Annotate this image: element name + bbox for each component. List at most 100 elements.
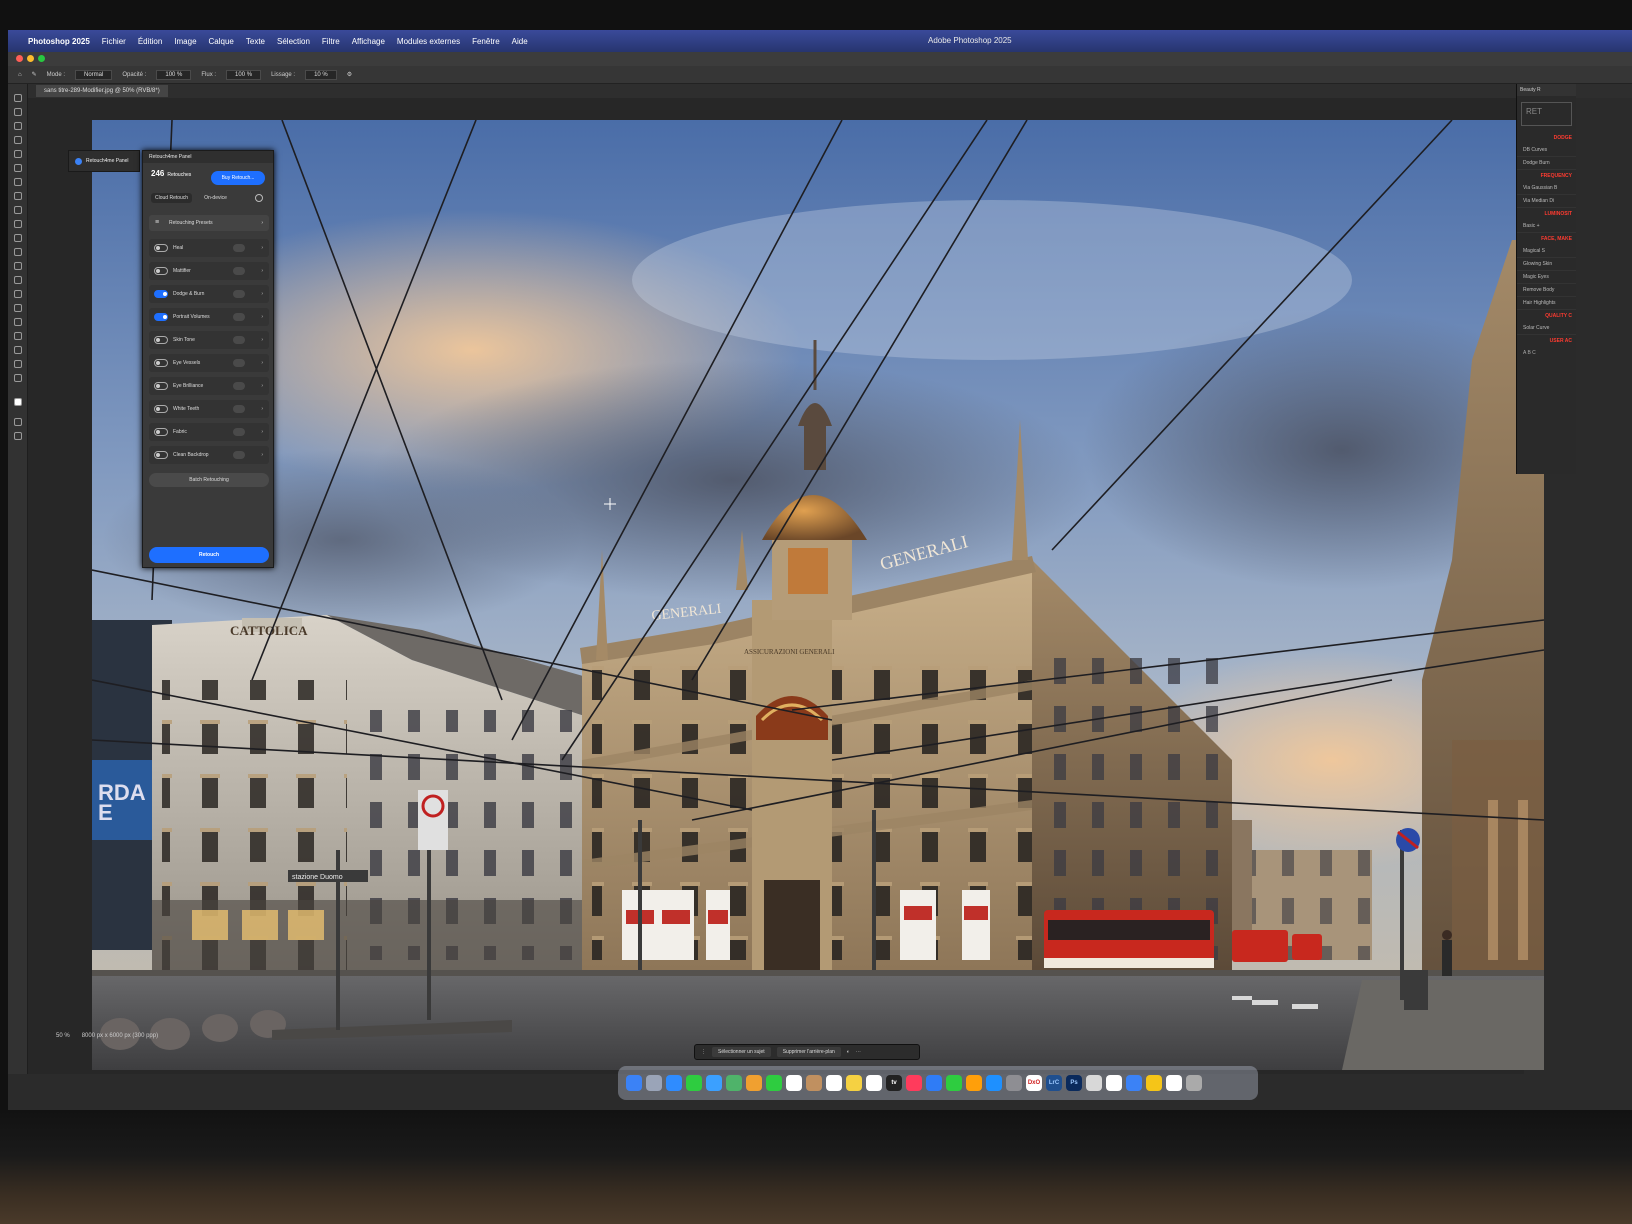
remove-background-button[interactable]: Supprimer l'arrière-plan — [776, 1047, 841, 1057]
retouch-item-portrait-volumes[interactable]: Portrait Volumes › — [149, 308, 269, 326]
keynote-icon[interactable] — [926, 1075, 942, 1091]
pen-tool-icon[interactable] — [14, 304, 22, 312]
chevron-right-icon[interactable]: › — [261, 331, 263, 349]
toggle-switch[interactable] — [154, 290, 168, 298]
retouch-item-skin-tone[interactable]: Skin Tone › — [149, 331, 269, 349]
retouch-item-eye-vessels[interactable]: Eye Vessels › — [149, 354, 269, 372]
toggle-switch[interactable] — [154, 359, 168, 367]
toggle-switch[interactable] — [154, 244, 168, 252]
retouch-item-white-teeth[interactable]: White Teeth › — [149, 400, 269, 418]
launchpad-icon[interactable] — [646, 1075, 662, 1091]
trash-icon[interactable] — [1186, 1075, 1202, 1091]
retouch-button[interactable]: Retouch — [149, 547, 269, 563]
item-gaussian[interactable]: Via Gaussian B — [1517, 182, 1576, 195]
opacity-field[interactable]: 100 % — [156, 69, 192, 80]
menu-modules[interactable]: Modules externes — [397, 37, 460, 46]
dodge-tool-icon[interactable] — [14, 290, 22, 298]
facetime-icon[interactable] — [766, 1075, 782, 1091]
menu-edition[interactable]: Édition — [138, 37, 162, 46]
settings-icon[interactable] — [233, 267, 245, 275]
select-tool-icon[interactable] — [14, 136, 22, 144]
settings-icon[interactable] — [233, 405, 245, 413]
close-window-icon[interactable] — [16, 55, 23, 62]
shape-tool-icon[interactable] — [14, 346, 22, 354]
chevron-right-icon[interactable]: › — [261, 308, 263, 326]
chevron-right-icon[interactable]: › — [261, 423, 263, 441]
pages-icon[interactable] — [966, 1075, 982, 1091]
toggle-switch[interactable] — [154, 451, 168, 459]
retouch-floatbar[interactable]: Retouch4me Panel — [68, 150, 140, 172]
tv-icon[interactable]: tv — [886, 1075, 902, 1091]
music-icon[interactable] — [906, 1075, 922, 1091]
toggle-switch[interactable] — [154, 405, 168, 413]
item-dodge-burn[interactable]: Dodge Burn — [1517, 157, 1576, 170]
item-remove-body[interactable]: Remove Body — [1517, 284, 1576, 297]
toggle-switch[interactable] — [154, 267, 168, 275]
menu-app-name[interactable]: Photoshop 2025 — [28, 37, 90, 46]
zoom-level[interactable]: 50 % — [56, 1033, 70, 1039]
foreground-color-icon[interactable] — [14, 398, 22, 406]
chevron-right-icon[interactable]: › — [261, 400, 263, 418]
mode-select[interactable]: Normal — [75, 69, 113, 80]
retouch-item-clean-backdrop[interactable]: Clean Backdrop › — [149, 446, 269, 464]
beauty-panel-header[interactable]: Beauty R — [1517, 84, 1576, 96]
finder2-icon[interactable] — [1126, 1075, 1142, 1091]
retouch-item-heal[interactable]: Heal › — [149, 239, 269, 257]
item-solar-curve[interactable]: Solar Curve — [1517, 322, 1576, 335]
buy-retouch-button[interactable]: Buy Retouch... — [211, 171, 265, 185]
mask-icon[interactable]: ◐ — [847, 1049, 850, 1055]
gradient-tool-icon[interactable] — [14, 262, 22, 270]
appstore-icon[interactable] — [986, 1075, 1002, 1091]
script-icon[interactable] — [1146, 1075, 1162, 1091]
photos-icon[interactable] — [746, 1075, 762, 1091]
minimize-window-icon[interactable] — [27, 55, 34, 62]
settings-icon[interactable] — [233, 244, 245, 252]
retouch-item-mattifier[interactable]: Mattifier › — [149, 262, 269, 280]
info-icon[interactable] — [255, 194, 263, 202]
menu-aide[interactable]: Aide — [512, 37, 528, 46]
chevron-right-icon[interactable]: › — [261, 377, 263, 395]
move-tool-icon[interactable] — [14, 94, 22, 102]
gear-icon[interactable]: ⚙ — [347, 71, 352, 78]
mode-device-tab[interactable]: On-device — [200, 193, 231, 203]
reminders-icon[interactable] — [826, 1075, 842, 1091]
settings-icon[interactable] — [233, 451, 245, 459]
toggle-switch[interactable] — [154, 313, 168, 321]
more-icon[interactable]: ⋯ — [856, 1049, 861, 1055]
flow-field[interactable]: 100 % — [226, 69, 262, 80]
path-select-icon[interactable] — [14, 332, 22, 340]
menu-selection[interactable]: Sélection — [277, 37, 310, 46]
brush-tool-icon[interactable]: ✎ — [32, 71, 37, 78]
screen-mode-icon[interactable] — [14, 432, 22, 440]
vpn-icon[interactable] — [1086, 1075, 1102, 1091]
notes-icon[interactable] — [846, 1075, 862, 1091]
type-tool-icon[interactable] — [14, 318, 22, 326]
document-tab[interactable]: sans titre-289-Modifier.jpg @ 50% (RVB/8… — [36, 85, 168, 97]
menu-affichage[interactable]: Affichage — [352, 37, 385, 46]
crop-tool-icon[interactable] — [14, 150, 22, 158]
retouch-panel-title[interactable]: Retouch4me Panel — [143, 151, 273, 163]
messages-icon[interactable] — [686, 1075, 702, 1091]
chrome-icon[interactable] — [1106, 1075, 1122, 1091]
blur-tool-icon[interactable] — [14, 276, 22, 284]
lrc-icon[interactable]: LrC — [1046, 1075, 1062, 1091]
marquee-tool-icon[interactable] — [14, 108, 22, 116]
toggle-switch[interactable] — [154, 428, 168, 436]
home-icon[interactable]: ⌂ — [18, 72, 22, 78]
settings-icon[interactable] — [233, 359, 245, 367]
menu-texte[interactable]: Texte — [246, 37, 265, 46]
quick-mask-icon[interactable] — [14, 418, 22, 426]
batch-retouching-button[interactable]: Batch Retouching — [149, 473, 269, 487]
chevron-right-icon[interactable]: › — [261, 239, 263, 257]
select-subject-button[interactable]: Sélectionner un sujet — [712, 1047, 771, 1057]
safari-icon[interactable] — [666, 1075, 682, 1091]
drag-handle-icon[interactable]: ⋮ — [701, 1049, 706, 1055]
menu-fenetre[interactable]: Fenêtre — [472, 37, 500, 46]
mode-cloud-tab[interactable]: Cloud Retouch — [151, 193, 193, 203]
menu-image[interactable]: Image — [174, 37, 196, 46]
settings-icon[interactable] — [233, 428, 245, 436]
toggle-switch[interactable] — [154, 382, 168, 390]
frame-tool-icon[interactable] — [14, 164, 22, 172]
retouch-item-fabric[interactable]: Fabric › — [149, 423, 269, 441]
numbers-icon[interactable] — [946, 1075, 962, 1091]
